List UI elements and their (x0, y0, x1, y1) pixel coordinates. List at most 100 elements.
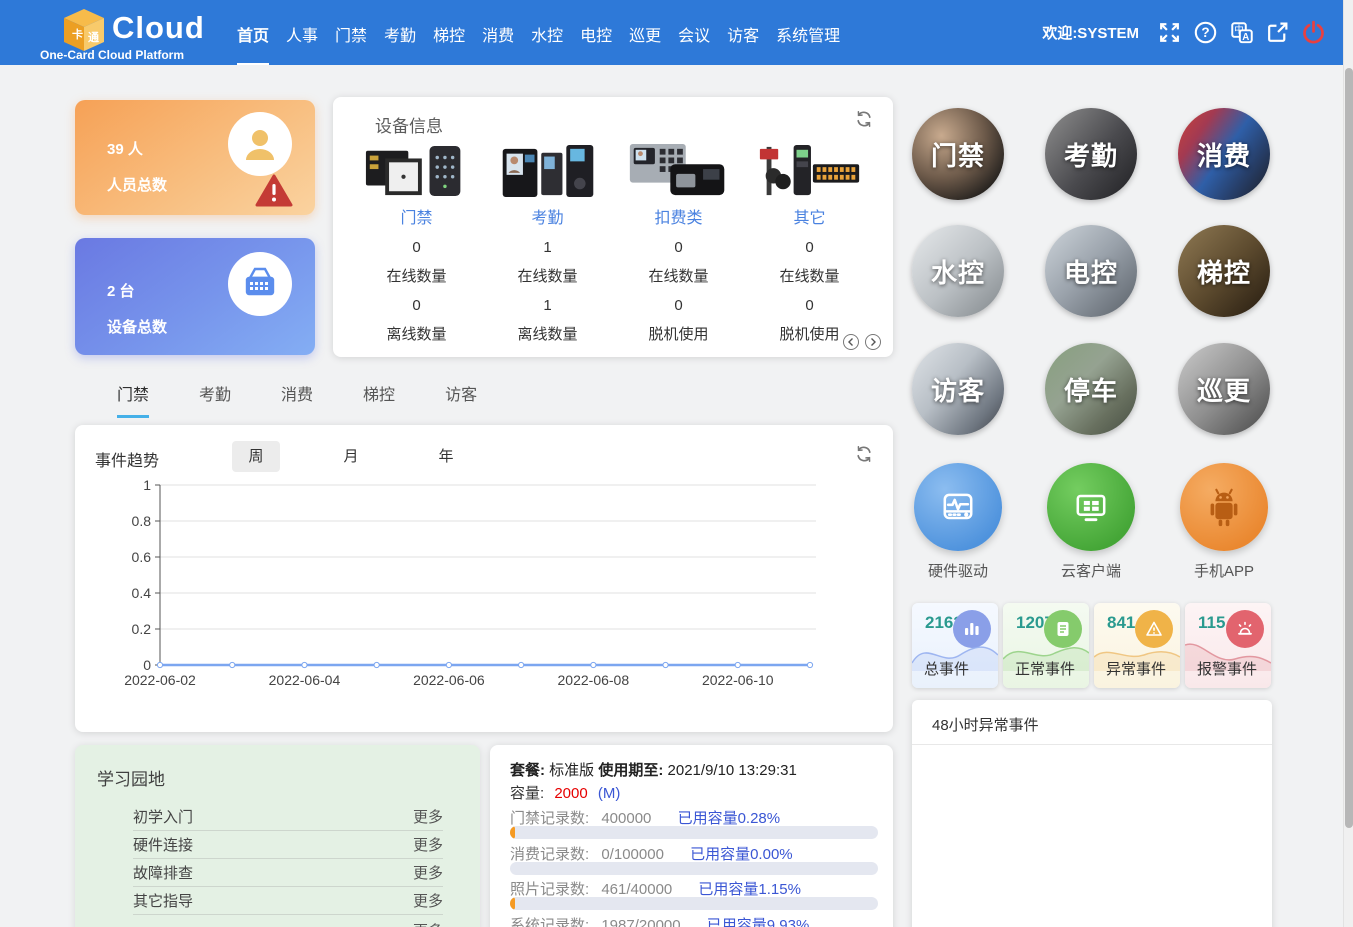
quick-nav-parking[interactable]: 停车 (1045, 343, 1137, 435)
tab-access[interactable]: 门禁 (117, 381, 149, 418)
refresh-icon[interactable] (855, 110, 873, 133)
charging-device-link[interactable]: 扣费类 (613, 204, 744, 228)
device-count: 2 台 (107, 280, 135, 301)
charging-online-value: 0 (613, 239, 744, 256)
menu-patrol[interactable]: 巡更 (629, 0, 661, 65)
menu-access[interactable]: 门禁 (335, 0, 367, 65)
period-month-button[interactable]: 月 (327, 441, 375, 472)
stat-card-total-events[interactable]: 2163 总事件 (912, 603, 998, 688)
quick-nav-patrol[interactable]: 巡更 (1178, 343, 1270, 435)
menu-home[interactable]: 首页 (237, 0, 269, 65)
person-total-card: 39 人 人员总数 (75, 100, 315, 215)
device-col-charging: 扣费类 0 在线数量 0 脱机使用 (613, 137, 744, 344)
tab-attendance[interactable]: 考勤 (199, 381, 231, 418)
record-value: 0/100000 (601, 846, 664, 863)
access-device-image (351, 137, 482, 201)
svg-text:?: ? (1201, 25, 1209, 40)
charging-offline-value: 0 (613, 297, 744, 314)
stat-card-normal-events[interactable]: 1207 正常事件 (1003, 603, 1089, 688)
expire-label: 使用期至: (598, 762, 663, 779)
record-value: 1987/20000 (601, 917, 680, 927)
svg-text:0.6: 0.6 (132, 549, 152, 565)
record-row-consume: 消费记录数: 0/100000 已用容量0.00% (510, 843, 793, 864)
hardware-driver-button[interactable] (914, 463, 1002, 551)
quick-nav-electric[interactable]: 电控 (1045, 225, 1137, 317)
quick-nav-label: 考勤 (1064, 136, 1118, 173)
scrollbar-thumb[interactable] (1345, 68, 1353, 828)
more-link[interactable]: 更多 (413, 834, 443, 855)
menu-water[interactable]: 水控 (531, 0, 563, 65)
stat-card-alarm-events[interactable]: 115 报警事件 (1185, 603, 1271, 688)
cloud-client-button[interactable] (1047, 463, 1135, 551)
attendance-device-link[interactable]: 考勤 (482, 204, 613, 228)
device-info-title: 设备信息 (375, 112, 443, 137)
access-offline-value: 0 (351, 297, 482, 314)
quick-nav-access[interactable]: 门禁 (912, 108, 1004, 200)
attendance-online-value: 1 (482, 239, 613, 256)
fullscreen-icon[interactable] (1156, 19, 1183, 46)
period-year-button[interactable]: 年 (422, 441, 470, 472)
svg-text:1: 1 (143, 477, 151, 493)
learning-item-label: 硬件连接 (133, 834, 193, 855)
help-icon[interactable]: ? (1192, 19, 1219, 46)
abnormal-events-title: 48小时异常事件 (932, 714, 1039, 735)
menu-visitor[interactable]: 访客 (727, 0, 759, 65)
package-capacity-line: 容量: 2000 (M) (510, 782, 620, 803)
menu-attendance[interactable]: 考勤 (384, 0, 416, 65)
more-link[interactable]: 更多 (413, 806, 443, 827)
new-window-icon[interactable] (1264, 19, 1291, 46)
period-week-button[interactable]: 周 (232, 441, 280, 472)
tab-visitor[interactable]: 访客 (445, 381, 477, 418)
more-link[interactable]: 更多 (413, 890, 443, 911)
access-device-link[interactable]: 门禁 (351, 204, 482, 228)
charging-device-image (613, 137, 744, 201)
quick-nav-consume[interactable]: 消费 (1178, 108, 1270, 200)
quick-nav-water[interactable]: 水控 (912, 225, 1004, 317)
monitor-pulse-icon (936, 485, 980, 529)
record-label: 消费记录数: (510, 846, 589, 863)
plan-label: 套餐: (510, 762, 545, 779)
translate-icon[interactable]: 中 A (1228, 19, 1255, 46)
device-col-other: 其它 0 在线数量 0 脱机使用 (744, 137, 875, 344)
logo-subtitle: One-Card Cloud Platform (40, 48, 184, 62)
quick-nav-label: 门禁 (931, 136, 985, 173)
package-plan-line: 套餐: 标准版 使用期至: 2021/9/10 13:29:31 (510, 759, 797, 780)
learning-row-hardware: 硬件连接 更多 (133, 831, 443, 859)
quick-nav-elevator[interactable]: 梯控 (1178, 225, 1270, 317)
other-offline-value: 0 (744, 297, 875, 314)
svg-text:A: A (1242, 31, 1249, 42)
quick-nav-visitor[interactable]: 访客 (912, 343, 1004, 435)
quick-nav-label: 水控 (931, 253, 985, 290)
quick-nav-attendance[interactable]: 考勤 (1045, 108, 1137, 200)
more-link[interactable]: 更多 (413, 862, 443, 883)
refresh-icon[interactable] (855, 445, 873, 468)
tab-elevator[interactable]: 梯控 (363, 381, 395, 418)
stat-card-abnormal-events[interactable]: 841 异常事件 (1094, 603, 1180, 688)
carousel-arrows (843, 334, 881, 350)
menu-elevator[interactable]: 梯控 (433, 0, 465, 65)
more-link[interactable]: 更多 (413, 920, 443, 927)
logo-title: Cloud (112, 10, 205, 46)
stat-label: 报警事件 (1197, 658, 1257, 679)
menu-system[interactable]: 系统管理 (776, 0, 840, 65)
menu-personnel[interactable]: 人事 (286, 0, 318, 65)
device-icon (228, 252, 292, 316)
cloud-client-label: 云客户端 (1045, 560, 1137, 581)
menu-meeting[interactable]: 会议 (678, 0, 710, 65)
menu-consume[interactable]: 消费 (482, 0, 514, 65)
monitor-windows-icon (1069, 485, 1113, 529)
tab-consume[interactable]: 消费 (281, 381, 313, 418)
record-label: 门禁记录数: (510, 810, 589, 827)
chevron-left-icon[interactable] (843, 334, 859, 350)
scrollbar-track[interactable] (1343, 0, 1353, 927)
warning-triangle-icon[interactable] (255, 174, 293, 213)
power-icon[interactable] (1300, 19, 1327, 46)
dashboard-page: 卡 通 Cloud One-Card Cloud Platform 首页 人事 … (0, 0, 1353, 927)
chevron-right-icon[interactable] (865, 334, 881, 350)
person-count: 39 人 (107, 138, 143, 159)
other-device-link[interactable]: 其它 (744, 204, 875, 228)
mobile-app-button[interactable] (1180, 463, 1268, 551)
event-trend-panel: 事件趋势 周 月 年 00.20.40.60.812022-06-022022-… (75, 425, 893, 732)
record-usage: 已用容量0.28% (678, 810, 781, 827)
menu-electric[interactable]: 电控 (580, 0, 612, 65)
